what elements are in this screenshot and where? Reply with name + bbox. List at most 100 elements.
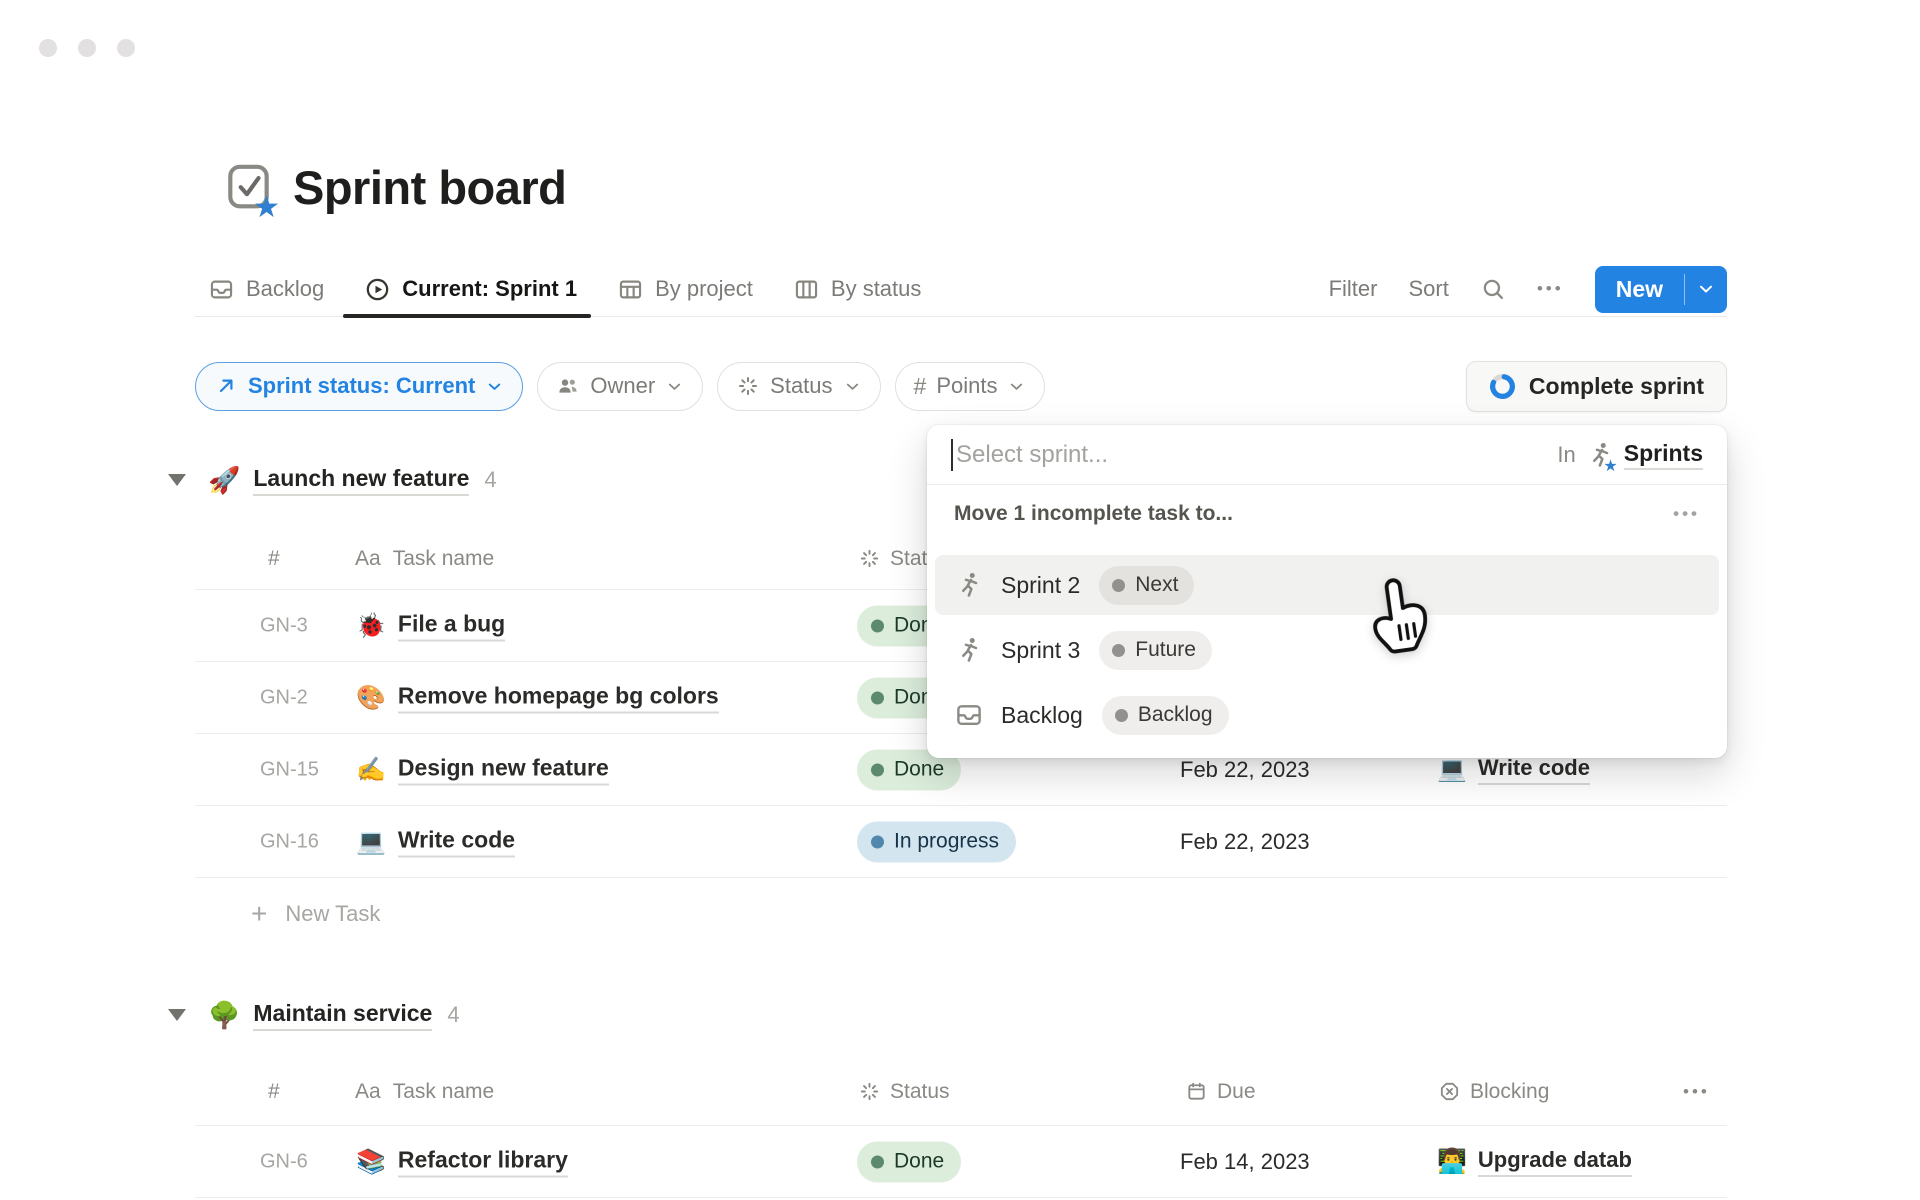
status-dot-icon [871, 691, 884, 704]
column-header-id[interactable]: # [268, 547, 280, 571]
inbox-icon [954, 700, 984, 730]
owner-chip[interactable]: Owner [537, 362, 703, 411]
complete-sprint-button[interactable]: Complete sprint [1466, 361, 1727, 412]
table-header-row: # Aa Task name Status Due Blocking ••• [195, 1058, 1727, 1126]
tab-by-project[interactable]: By project [617, 262, 753, 316]
due-date-cell[interactable]: Feb 22, 2023 [1180, 829, 1310, 855]
status-dot-icon [1115, 709, 1128, 722]
collapse-toggle-icon[interactable] [168, 474, 186, 486]
column-header-task-name[interactable]: Aa Task name [355, 547, 494, 571]
new-task-button[interactable]: + New Task [195, 878, 1727, 950]
window-zoom-button[interactable] [117, 39, 135, 57]
column-header-blocking[interactable]: Blocking [1438, 1080, 1549, 1104]
sprint-status-chip[interactable]: Sprint status: Current [195, 362, 523, 411]
sprint-status-badge: Backlog [1102, 696, 1229, 735]
option-label: Sprint 2 [1001, 572, 1080, 599]
cursor-pointer-hand-icon [1357, 572, 1436, 667]
section-more-button[interactable]: ••• [1673, 504, 1700, 524]
task-name-link[interactable]: 📚 Refactor library [356, 1146, 568, 1177]
blocking-cell[interactable]: 👨‍💻 Upgrade datab [1437, 1147, 1632, 1177]
task-name-link[interactable]: 🐞 File a bug [356, 610, 505, 641]
tab-label: Current: Sprint 1 [402, 276, 577, 302]
due-date-cell[interactable]: Feb 22, 2023 [1180, 757, 1310, 783]
task-name-link[interactable]: 💻 Write code [356, 826, 515, 857]
runner-icon [954, 570, 984, 600]
new-dropdown-button[interactable] [1685, 266, 1727, 313]
button-label: Complete sprint [1529, 373, 1704, 400]
column-header-task-name[interactable]: Aa Task name [355, 1080, 494, 1104]
burst-icon [736, 374, 760, 398]
status-cell[interactable]: Done [857, 1141, 961, 1182]
table-row[interactable]: GN-16 💻 Write code In progress Feb 22, 2… [195, 806, 1727, 878]
option-sprint-3[interactable]: Sprint 3 Future [935, 620, 1719, 680]
sprint-search-row[interactable]: Select sprint... In ★ Sprints [927, 425, 1727, 485]
status-badge: In progress [857, 821, 1016, 862]
page-header: ★ Sprint board [222, 160, 566, 215]
search-icon [1480, 276, 1506, 302]
task-emoji: 🐞 [356, 611, 386, 640]
column-header-due[interactable]: Due [1185, 1080, 1256, 1104]
tab-current-sprint[interactable]: Current: Sprint 1 [364, 262, 577, 316]
table-row[interactable]: GN-6 📚 Refactor library Done Feb 14, 202… [195, 1126, 1727, 1198]
tab-by-status[interactable]: By status [793, 262, 921, 316]
more-button[interactable]: ••• [1537, 279, 1564, 299]
new-split-button[interactable]: New [1595, 266, 1727, 313]
task-name-link[interactable]: ✍️ Design new feature [356, 754, 609, 785]
status-dot-icon [1112, 579, 1125, 592]
due-date-cell[interactable]: Feb 14, 2023 [1180, 1149, 1310, 1175]
points-chip[interactable]: # Points [895, 362, 1046, 411]
burst-icon [858, 1080, 881, 1103]
group-emoji: 🌳 [208, 1000, 240, 1031]
tab-backlog[interactable]: Backlog [208, 262, 324, 316]
star-icon: ★ [1603, 459, 1617, 475]
group-emoji: 🚀 [208, 465, 240, 496]
view-tabs: Backlog Current: Sprint 1 By project By … [208, 262, 921, 316]
column-header-status[interactable]: Status [858, 1080, 950, 1104]
arrow-up-right-icon [214, 374, 238, 398]
group-name-link[interactable]: Launch new feature [253, 465, 469, 496]
column-options-button[interactable]: ••• [1683, 1082, 1710, 1102]
group-name-link[interactable]: Maintain service [253, 1000, 432, 1031]
status-cell[interactable]: In progress [857, 821, 1016, 862]
status-badge: Done [857, 1141, 961, 1182]
task-emoji: 🎨 [356, 683, 386, 712]
tab-label: By status [831, 276, 921, 302]
new-button[interactable]: New [1595, 266, 1684, 313]
blocking-cell[interactable]: 💻 Write code [1437, 755, 1590, 785]
task-name-link[interactable]: 🎨 Remove homepage bg colors [356, 682, 719, 713]
row-id: GN-15 [260, 758, 319, 781]
group-header-maintain-service: 🌳 Maintain service 4 [168, 990, 460, 1040]
chip-label: Status [770, 373, 832, 399]
row-id: GN-3 [260, 614, 308, 637]
text-caret [951, 439, 953, 471]
tab-label: Backlog [246, 276, 324, 302]
window-minimize-button[interactable] [78, 39, 96, 57]
sprint-picker-popup: Select sprint... In ★ Sprints Move 1 inc… [927, 425, 1727, 758]
status-dot-icon [1112, 644, 1125, 657]
checkbox-star-icon: ★ [222, 161, 276, 215]
calendar-icon [1185, 1080, 1208, 1103]
option-sprint-2[interactable]: Sprint 2 Next [935, 555, 1719, 615]
sprint-options: Sprint 2 Next Sprint 3 Future Backlog Ba… [927, 543, 1727, 758]
sprint-status-badge: Next [1099, 566, 1194, 605]
window-controls[interactable] [39, 39, 135, 57]
group-header-launch-new-feature: 🚀 Launch new feature 4 [168, 455, 497, 505]
page-title[interactable]: Sprint board [293, 160, 566, 215]
status-chip[interactable]: Status [717, 362, 880, 411]
text-type-icon: Aa [355, 1080, 381, 1104]
sprint-search-input[interactable]: Select sprint... [956, 441, 1108, 469]
tab-label: By project [655, 276, 753, 302]
search-button[interactable] [1480, 276, 1506, 302]
filter-button[interactable]: Filter [1329, 276, 1378, 302]
column-header-id[interactable]: # [268, 1080, 280, 1104]
option-backlog[interactable]: Backlog Backlog [935, 685, 1719, 745]
option-label: Backlog [1001, 702, 1083, 729]
database-link[interactable]: Sprints [1624, 440, 1703, 470]
sort-button[interactable]: Sort [1408, 276, 1448, 302]
window-close-button[interactable] [39, 39, 57, 57]
collapse-toggle-icon[interactable] [168, 1009, 186, 1021]
row-id: GN-16 [260, 830, 319, 853]
plus-icon: + [251, 898, 267, 930]
view-tabbar: Backlog Current: Sprint 1 By project By … [195, 262, 1727, 317]
chevron-down-icon [1007, 377, 1026, 396]
